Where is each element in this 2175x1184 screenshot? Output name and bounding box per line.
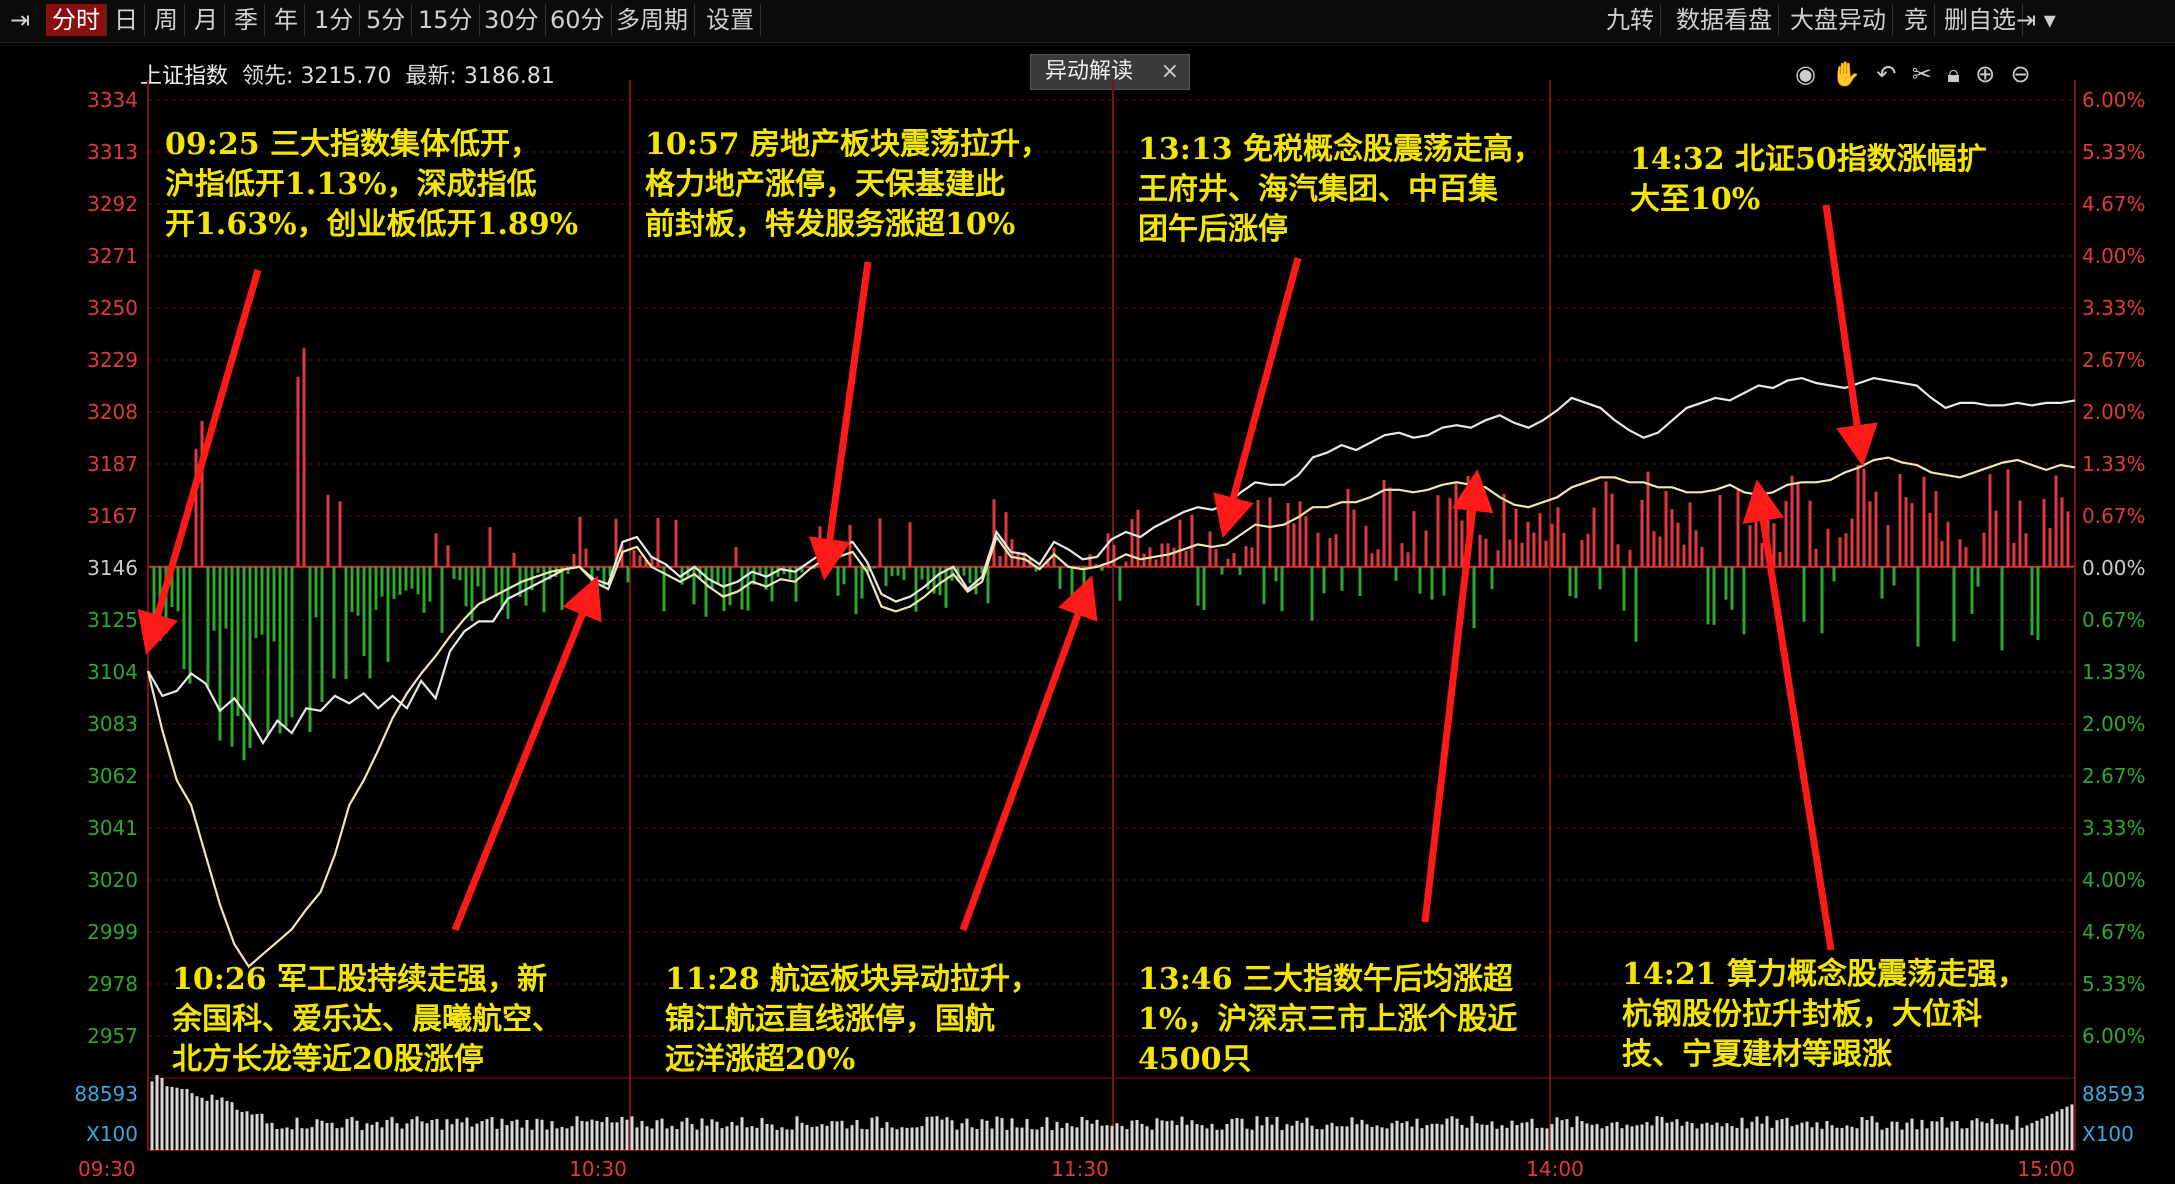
annotation-1128: 11:28 航运板块异动拉升， 锦江航运直线涨停，国航 远洋涨超20% [665,962,1041,1077]
annotation-0925: 09:25 三大指数集体低开， 沪指低开1.13%，深成指低 开1.63%，创业… [165,127,579,242]
x-tick: 14:00 [1526,1157,1584,1181]
volume-unit-left: X100 [86,1122,138,1146]
y-right-tick: 2.67% [2082,764,2146,788]
y-right-tick: 0.00% [2082,556,2146,580]
y-right-tick: 4.00% [2082,244,2146,268]
x-tick: 11:30 [1051,1157,1109,1181]
annotation-arrow [137,269,262,656]
y-right-tick: 0.67% [2082,608,2146,632]
y-right-tick: 3.33% [2082,816,2146,840]
y-right-tick: 4.00% [2082,868,2146,892]
annotation-1026: 10:26 军工股持续走强，新 余国科、爱乐达、晨曦航空、 北方长龙等近20股涨… [172,962,562,1077]
y-right-tick: 2.00% [2082,400,2146,424]
y-left-tick: 3271 [87,244,138,268]
annotation-arrow [1822,204,1878,467]
y-right-tick: 0.67% [2082,504,2146,528]
y-left-tick: 3313 [87,140,138,164]
y-left-tick: 3020 [87,868,138,892]
y-left-tick: 3125 [87,608,138,632]
y-left-tick: 3208 [87,400,138,424]
y-right-tick: 3.33% [2082,296,2146,320]
y-right-tick: 6.00% [2082,1024,2146,1048]
annotation-arrow [451,575,602,932]
y-right-tick: 5.33% [2082,972,2146,996]
y-right-tick: 1.33% [2082,660,2146,684]
annotation-arrow [1213,257,1302,539]
annotation-1313: 13:13 免税概念股震荡走高， 王府井、海汽集团、中百集 团午后涨停 [1138,132,1544,247]
y-left-tick: 3292 [87,192,138,216]
y-left-tick: 2999 [87,920,138,944]
annotation-1346: 13:46 三大指数午后均涨超 1%，沪深京三市上涨个股近 4500只 [1138,962,1518,1077]
y-left-tick: 3104 [87,660,138,684]
y-left-tick: 2957 [87,1024,138,1048]
y-left-tick: 3334 [87,88,138,112]
y-left-tick: 3062 [87,764,138,788]
volume-max-right: 88593 [2082,1082,2146,1106]
annotation-1421: 14:21 算力概念股震荡走强， 杭钢股份拉升封板，大位科 技、宁夏建材等跟涨 [1622,957,2028,1072]
annotation-1057: 10:57 房地产板块震荡拉升， 格力地产涨停，天保基建此 前封板，特发服务涨超… [645,127,1051,242]
y-right-tick: 4.67% [2082,920,2146,944]
annotation-arrow [809,261,872,581]
y-right-tick: 6.00% [2082,88,2146,112]
y-right-tick: 2.00% [2082,712,2146,736]
volume-max-left: 88593 [74,1082,138,1106]
volume-unit-right: X100 [2082,1122,2134,1146]
y-left-tick: 2978 [87,972,138,996]
y-left-tick: 3041 [87,816,138,840]
x-tick: 09:30 [78,1157,136,1181]
y-left-tick: 3167 [87,504,138,528]
y-right-tick: 5.33% [2082,140,2146,164]
y-right-tick: 2.67% [2082,348,2146,372]
y-left-tick: 3146 [87,556,138,580]
y-right-tick: 1.33% [2082,452,2146,476]
y-left-tick: 3083 [87,712,138,736]
x-tick: 15:00 [2017,1157,2075,1181]
y-left-tick: 3187 [87,452,138,476]
y-left-tick: 3229 [87,348,138,372]
annotation-1432: 14:32 北证50指数涨幅扩 大至10% [1630,142,1987,217]
y-right-tick: 4.67% [2082,192,2146,216]
x-tick: 10:30 [569,1157,627,1181]
y-left-tick: 3250 [87,296,138,320]
